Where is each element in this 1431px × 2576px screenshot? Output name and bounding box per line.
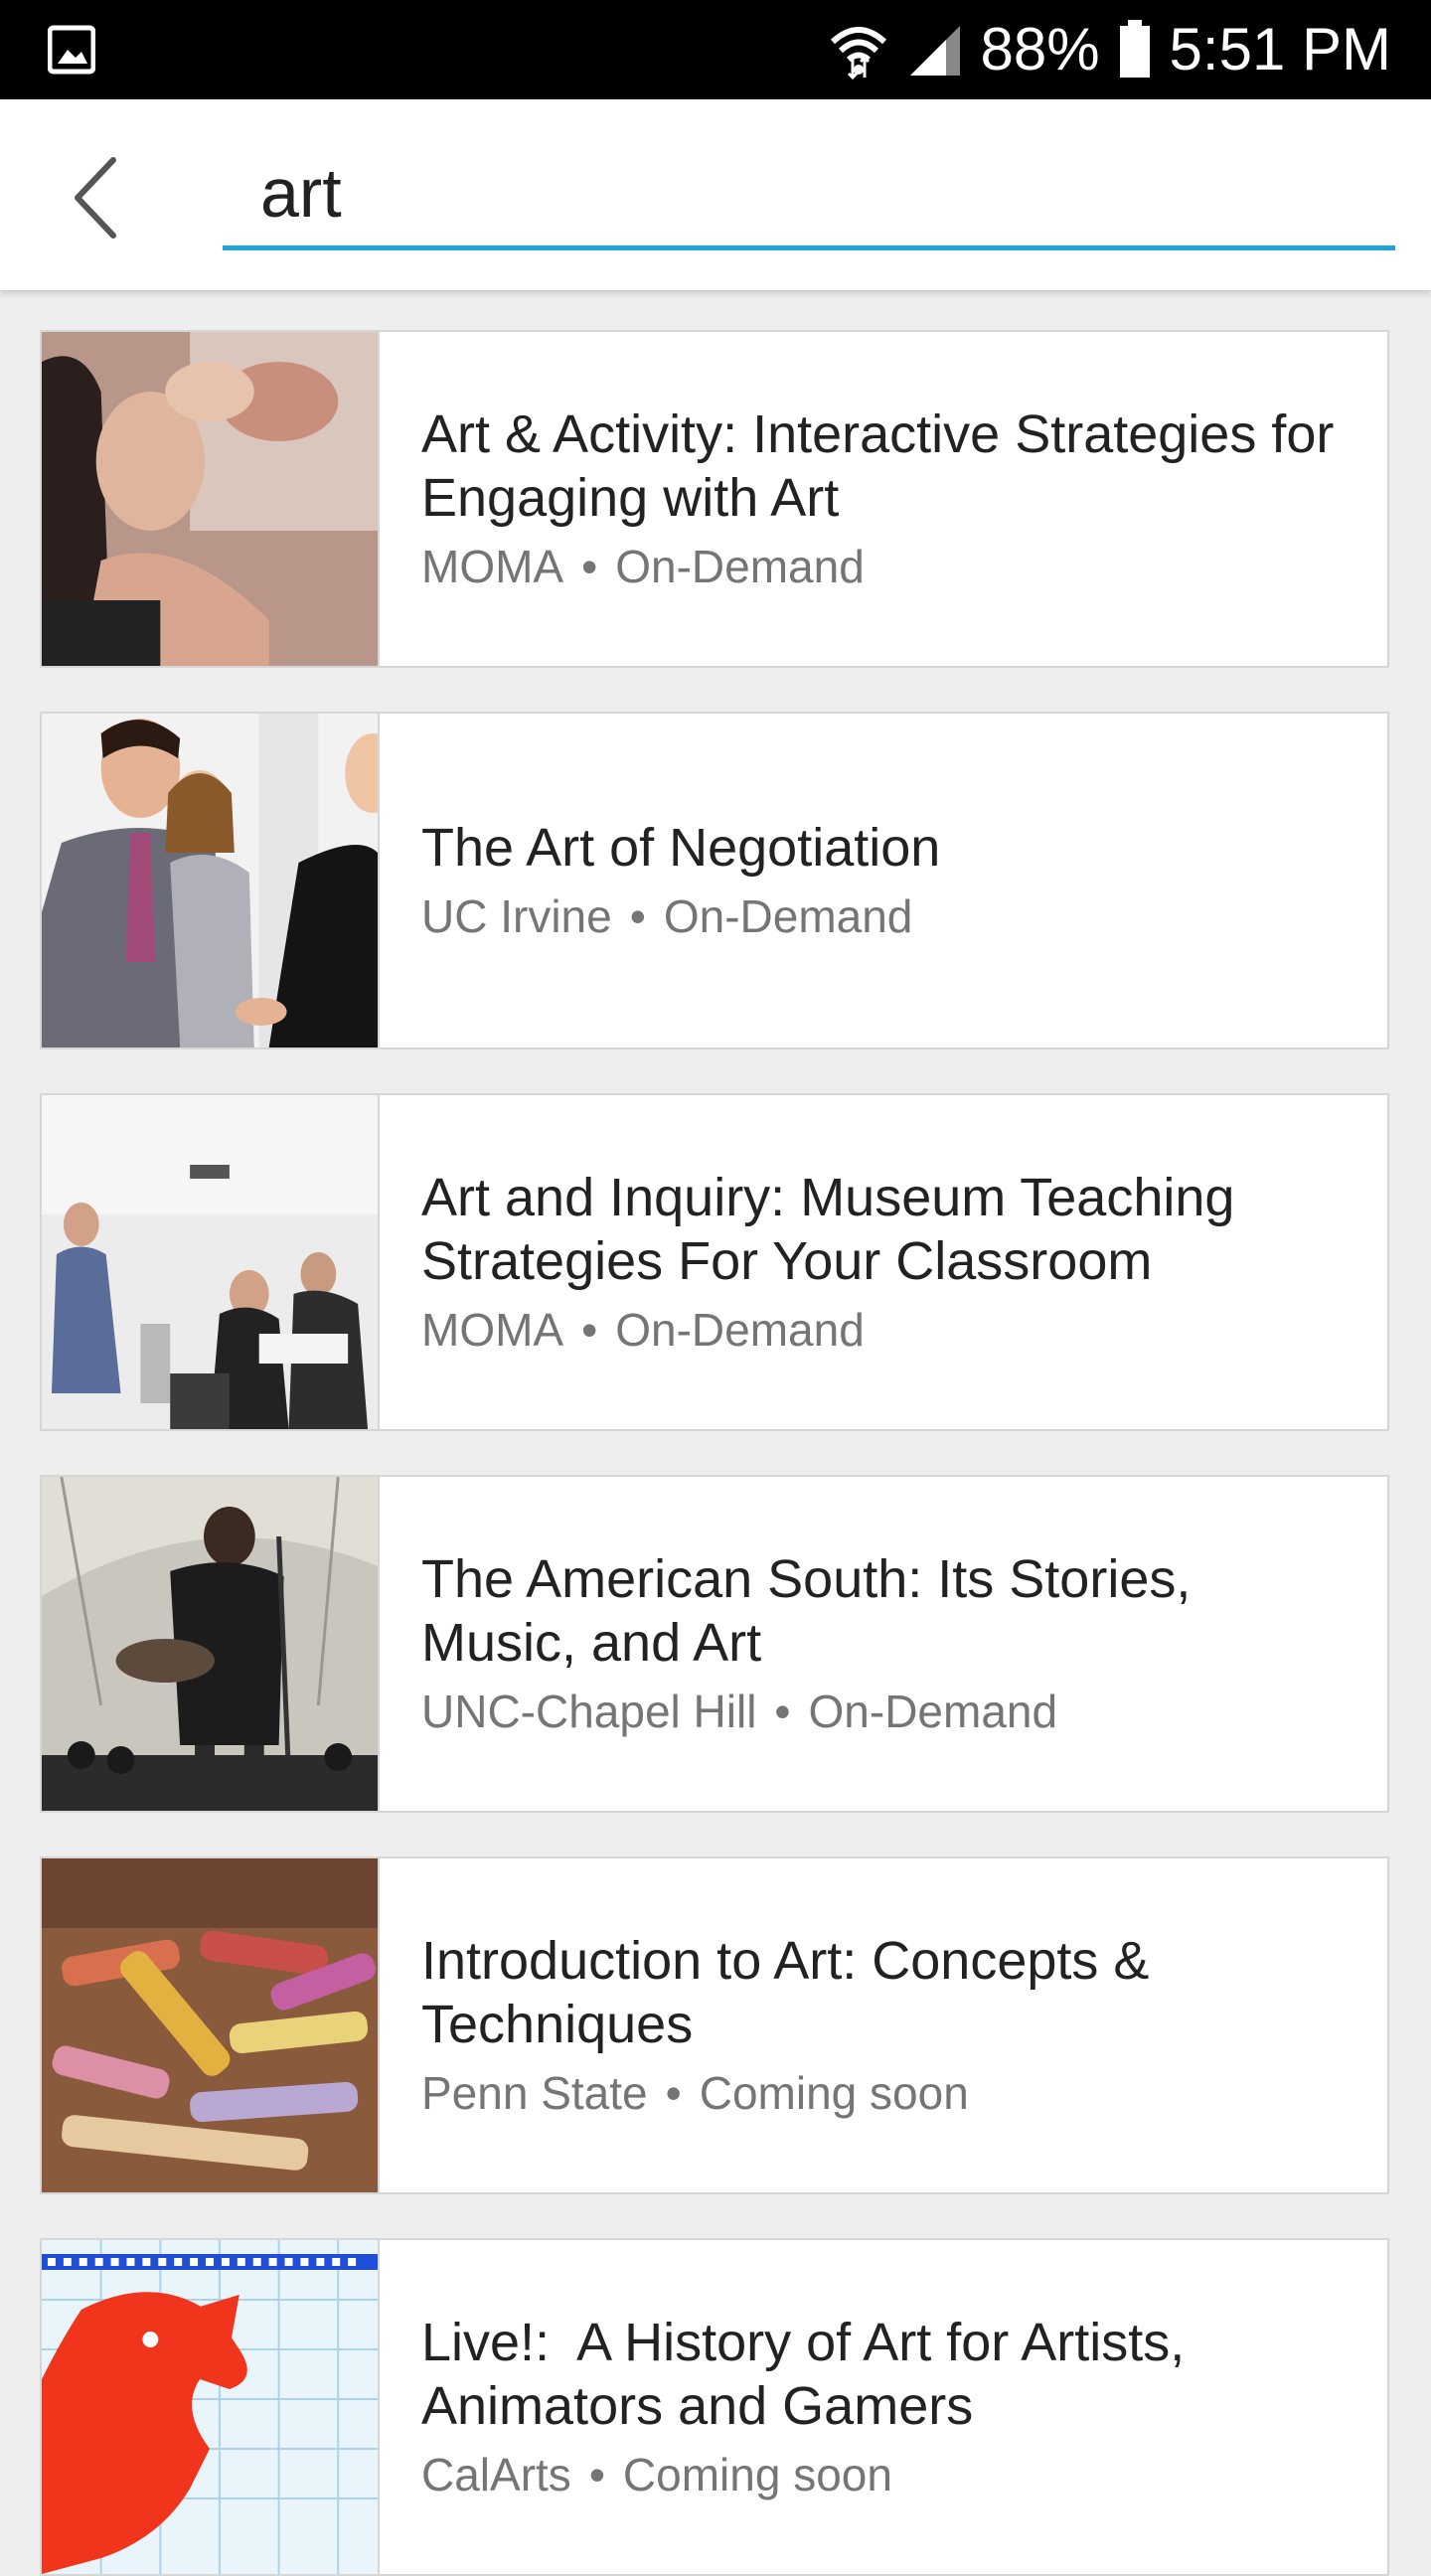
course-title: The Art of Negotiation (421, 818, 941, 878)
image-notification-icon (47, 24, 96, 76)
course-thumbnail (42, 1095, 380, 1429)
course-title: Live!: A History of Art for Artists, Ani… (421, 2313, 1197, 2436)
course-availability: Coming soon (699, 2067, 969, 2119)
course-provider: UC Irvine (421, 890, 612, 942)
course-card[interactable]: The Art of Negotiation UC Irvine • On-Dema… (40, 712, 1389, 1049)
course-thumbnail (42, 1858, 380, 2192)
course-title: Art and Inquiry: Museum Teaching Strateg… (421, 1168, 1235, 1291)
battery-icon (1118, 20, 1152, 80)
course-provider: UNC-Chapel Hill (421, 1686, 757, 1737)
cell-signal-icon (906, 22, 962, 78)
course-title: The American South: Its Stories, Music, … (421, 1549, 1192, 1673)
course-card[interactable]: Art & Activity: Interactive Strategies f… (40, 330, 1389, 668)
course-provider: Penn State (421, 2067, 648, 2119)
course-card[interactable]: Art and Inquiry: Museum Teaching Strateg… (40, 1093, 1389, 1431)
course-provider: MOMA (421, 1304, 564, 1356)
course-card[interactable]: Live!: A History of Art for Artists, Ani… (40, 2238, 1389, 2576)
back-button[interactable] (50, 143, 139, 252)
course-title: Art & Activity: Interactive Strategies f… (421, 404, 1335, 528)
search-input[interactable] (223, 151, 1395, 250)
course-thumbnail (42, 714, 380, 1047)
course-availability: On-Demand (663, 890, 913, 942)
clock: 5:51 PM (1169, 16, 1391, 82)
course-meta: MOMA • On-Demand (421, 538, 1348, 595)
course-provider: MOMA (421, 541, 564, 592)
course-meta: CalArts • Coming soon (421, 2446, 1348, 2503)
course-availability: Coming soon (622, 2449, 892, 2500)
wifi-icon (829, 20, 888, 80)
meta-separator: • (581, 1304, 598, 1356)
course-availability: On-Demand (808, 1686, 1058, 1737)
course-card[interactable]: The American South: Its Stories, Music, … (40, 1475, 1389, 1813)
battery-percentage: 88% (980, 16, 1100, 82)
course-thumbnail (42, 2240, 380, 2574)
course-thumbnail (42, 332, 380, 666)
course-availability: On-Demand (615, 541, 865, 592)
meta-separator: • (629, 890, 646, 942)
course-meta: UNC-Chapel Hill • On-Demand (421, 1683, 1348, 1740)
course-meta: MOMA • On-Demand (421, 1301, 1348, 1359)
course-availability: On-Demand (615, 1304, 865, 1356)
meta-separator: • (581, 541, 598, 592)
course-thumbnail (42, 1477, 380, 1811)
meta-separator: • (774, 1686, 791, 1737)
course-card[interactable]: Introduction to Art: Concepts & Techniqu… (40, 1856, 1389, 2194)
search-header (0, 99, 1431, 290)
chevron-left-icon (75, 157, 116, 239)
course-provider: CalArts (421, 2449, 571, 2500)
course-meta: UC Irvine • On-Demand (421, 887, 1348, 945)
meta-separator: • (665, 2067, 682, 2119)
status-bar: 88% 5:51 PM (0, 0, 1431, 99)
meta-separator: • (588, 2449, 605, 2500)
course-title: Introduction to Art: Concepts & Techniqu… (421, 1931, 1150, 2054)
course-meta: Penn State • Coming soon (421, 2064, 1348, 2122)
